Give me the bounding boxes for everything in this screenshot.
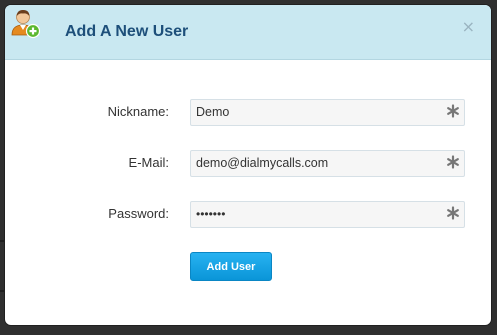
password-input[interactable]: •••••••: [196, 202, 225, 227]
asterisk-icon: [447, 206, 459, 220]
password-row: Password: •••••••: [5, 201, 491, 229]
modal-title: Add A New User: [65, 23, 189, 40]
nickname-row: Nickname:: [5, 99, 491, 127]
asterisk-icon: [447, 155, 459, 169]
add-user-icon: [11, 10, 40, 39]
nickname-input[interactable]: [191, 100, 441, 125]
email-row: E-Mail:: [5, 150, 491, 178]
email-label: E-Mail:: [128, 155, 169, 170]
email-field[interactable]: [190, 150, 465, 177]
password-label: Password:: [108, 206, 169, 221]
email-input[interactable]: [191, 151, 441, 176]
asterisk-icon: [447, 104, 459, 118]
add-user-dialog: Add A New User × Nickname: E-Mail:: [5, 5, 491, 325]
nickname-field[interactable]: [190, 99, 465, 126]
close-button[interactable]: ×: [462, 19, 475, 35]
add-user-button[interactable]: Add User: [190, 252, 272, 281]
modal-header: Add A New User ×: [5, 5, 491, 60]
password-field[interactable]: •••••••: [190, 201, 465, 228]
nickname-label: Nickname:: [107, 104, 169, 119]
